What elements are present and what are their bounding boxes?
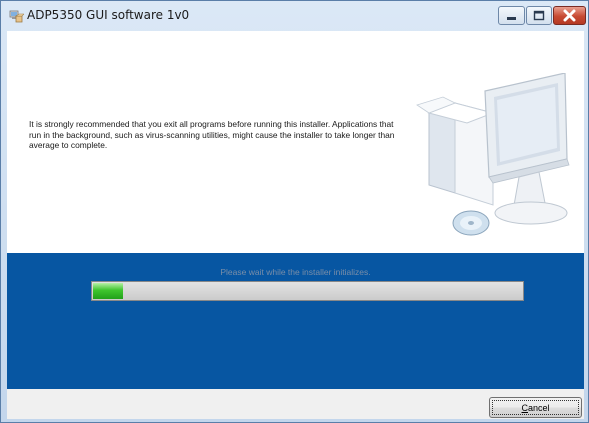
welcome-panel: It is strongly recommended that you exit… xyxy=(7,31,584,253)
progress-panel: Please wait while the installer initiali… xyxy=(7,253,584,389)
title-bar[interactable]: ADP5350 GUI software 1v0 xyxy=(1,1,588,31)
maximize-button[interactable] xyxy=(526,6,552,25)
installer-app-icon xyxy=(9,10,24,23)
close-button[interactable] xyxy=(553,6,586,25)
button-bar: Cancel xyxy=(7,389,584,419)
cancel-label-rest: ancel xyxy=(527,402,550,413)
minimize-button[interactable] xyxy=(498,6,525,25)
maximize-icon xyxy=(533,10,545,21)
installer-window: ADP5350 GUI software 1v0 It is strongly … xyxy=(0,0,589,423)
minimize-icon xyxy=(507,17,516,20)
window-title: ADP5350 GUI software 1v0 xyxy=(27,8,190,22)
status-text: Please wait while the installer initiali… xyxy=(220,267,371,277)
cancel-button[interactable]: Cancel xyxy=(489,397,582,418)
recommendation-message: It is strongly recommended that you exit… xyxy=(29,119,395,150)
progress-bar xyxy=(91,281,524,301)
progress-fill xyxy=(93,283,123,299)
computer-install-illustration xyxy=(416,73,570,236)
cancel-button-label: Cancel xyxy=(521,403,549,413)
close-icon xyxy=(563,9,576,22)
